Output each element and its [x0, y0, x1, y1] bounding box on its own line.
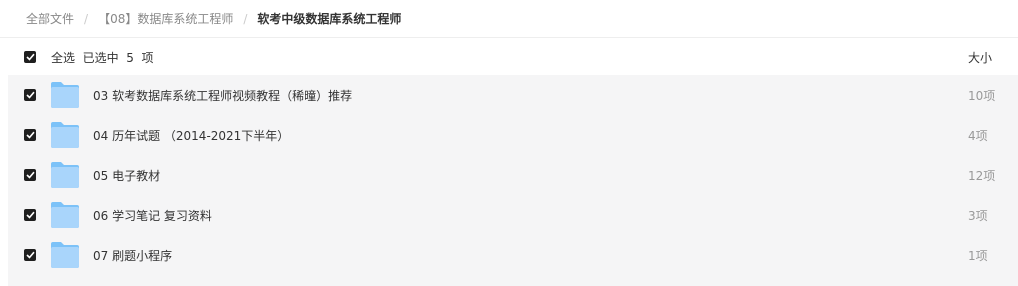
file-list: 全选 已选中 5 项 大小 03 软考数据库系统工程师视频教程（稀曈）推荐 10…: [8, 38, 1018, 286]
file-name[interactable]: 07 刷题小程序: [93, 247, 172, 264]
breadcrumb-all-files[interactable]: 全部文件: [26, 10, 74, 27]
checkmark-icon: [25, 251, 35, 259]
file-row[interactable]: 05 电子教材 12项: [8, 155, 1018, 195]
folder-icon: [51, 82, 79, 108]
file-name[interactable]: 03 软考数据库系统工程师视频教程（稀曈）推荐: [93, 87, 352, 104]
folder-icon: [51, 162, 79, 188]
file-row[interactable]: 07 刷题小程序 1项: [8, 235, 1018, 275]
row-checkbox[interactable]: [24, 249, 36, 261]
breadcrumb: 全部文件 / 【08】数据库系统工程师 / 软考中级数据库系统工程师: [0, 0, 1018, 38]
breadcrumb-current-folder: 软考中级数据库系统工程师: [257, 12, 402, 26]
folder-icon: [51, 122, 79, 148]
file-size: 1项: [968, 249, 988, 263]
size-column-header[interactable]: 大小: [968, 49, 992, 66]
list-header: 全选 已选中 5 项 大小: [8, 38, 1018, 75]
folder-icon: [51, 242, 79, 268]
selection-summary: 全选 已选中 5 项: [51, 49, 154, 66]
checkmark-icon: [25, 211, 35, 219]
file-name[interactable]: 05 电子教材: [93, 167, 160, 184]
selected-count: 已选中 5 项: [82, 51, 154, 65]
select-all-checkbox[interactable]: [24, 51, 36, 63]
file-row[interactable]: 03 软考数据库系统工程师视频教程（稀曈）推荐 10项: [8, 75, 1018, 115]
file-size: 4项: [968, 129, 988, 143]
file-name[interactable]: 06 学习笔记 复习资料: [93, 207, 212, 224]
checkmark-icon: [25, 171, 35, 179]
row-checkbox[interactable]: [24, 129, 36, 141]
file-name[interactable]: 04 历年试题 （2014-2021下半年）: [93, 127, 289, 144]
breadcrumb-parent-folder[interactable]: 【08】数据库系统工程师: [98, 10, 233, 27]
select-all-label[interactable]: 全选: [51, 51, 75, 65]
file-size: 12项: [968, 169, 996, 183]
checkmark-icon: [25, 131, 35, 139]
file-row[interactable]: 04 历年试题 （2014-2021下半年） 4项: [8, 115, 1018, 155]
row-checkbox[interactable]: [24, 89, 36, 101]
folder-icon: [51, 202, 79, 228]
checkmark-icon: [25, 53, 35, 61]
file-row[interactable]: 06 学习笔记 复习资料 3项: [8, 195, 1018, 235]
row-checkbox[interactable]: [24, 169, 36, 181]
checkmark-icon: [25, 91, 35, 99]
file-size: 10项: [968, 89, 996, 103]
file-size: 3项: [968, 209, 988, 223]
breadcrumb-separator: /: [243, 11, 248, 26]
breadcrumb-separator: /: [84, 11, 89, 26]
row-checkbox[interactable]: [24, 209, 36, 221]
